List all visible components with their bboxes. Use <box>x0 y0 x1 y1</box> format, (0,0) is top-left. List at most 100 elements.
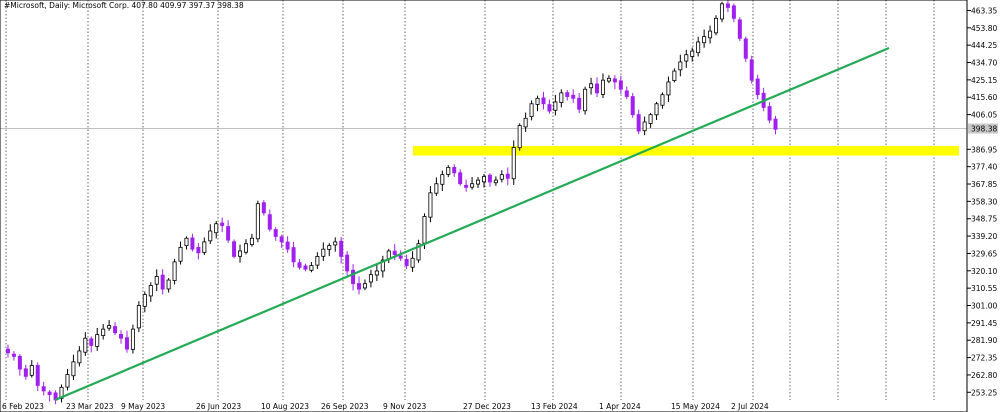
candle-body <box>392 250 397 256</box>
candle-body <box>672 70 677 82</box>
candle-body <box>398 255 403 259</box>
candle-body <box>505 173 510 179</box>
candle-body <box>458 172 463 185</box>
candle-body <box>737 19 742 39</box>
candle-body <box>238 250 243 257</box>
candle-body <box>142 294 147 307</box>
current-price-label: 398.38 <box>971 125 997 134</box>
candle-body <box>589 83 594 89</box>
candle <box>130 324 135 354</box>
chart-background <box>0 0 1000 412</box>
y-tick-label: 415.60 <box>971 93 997 102</box>
candle-body <box>541 97 546 105</box>
candle <box>749 55 754 84</box>
x-tick-label: 26 Sep 2023 <box>321 402 369 411</box>
candle-body <box>719 3 724 20</box>
candle-body <box>452 167 457 174</box>
candle-body <box>83 337 88 353</box>
candle-body <box>184 237 189 247</box>
candle <box>255 200 260 243</box>
y-tick-label: 453.80 <box>971 24 997 33</box>
y-tick-label: 434.70 <box>971 59 997 68</box>
candle-body <box>714 17 719 34</box>
candle-body <box>41 386 46 392</box>
candle-body <box>113 326 118 334</box>
candle-body <box>434 183 439 194</box>
candle-body <box>559 92 564 103</box>
candle-body <box>749 59 754 81</box>
candle-body <box>47 391 52 395</box>
y-tick-label: 377.40 <box>971 163 997 172</box>
x-tick-label: 27 Dec 2023 <box>463 402 511 411</box>
candle-body <box>731 5 736 19</box>
candle <box>743 36 748 62</box>
candle-body <box>124 337 129 350</box>
candle-body <box>660 94 665 106</box>
y-tick-label: 339.20 <box>971 232 997 241</box>
candle-body <box>606 77 611 82</box>
y-tick-label: 320.10 <box>971 267 997 276</box>
candle-body <box>511 146 516 180</box>
y-tick-label: 281.90 <box>971 336 997 345</box>
candle <box>232 239 237 259</box>
candle-body <box>190 237 195 250</box>
candle-body <box>107 325 112 329</box>
candle-body <box>249 237 254 245</box>
x-tick-label: 26 Jun 2023 <box>196 402 241 411</box>
candle-body <box>600 79 605 95</box>
candle-body <box>368 274 373 283</box>
candle-body <box>481 176 486 183</box>
candle <box>172 258 177 285</box>
x-tick-label: 10 Aug 2023 <box>261 402 309 411</box>
y-tick-label: 367.85 <box>971 180 997 189</box>
candle-body <box>755 78 760 96</box>
candle-body <box>321 248 326 257</box>
candle-body <box>743 38 748 59</box>
y-tick-label: 310.55 <box>971 284 997 293</box>
candle-body <box>160 274 165 290</box>
x-tick-label: 15 May 2024 <box>671 402 720 411</box>
candle-body <box>487 174 492 183</box>
candle-body <box>624 90 629 97</box>
candle-body <box>267 214 272 230</box>
candle-body <box>583 88 588 112</box>
candle-body <box>535 97 540 105</box>
candle-body <box>654 103 659 116</box>
x-tick-label: 1 Apr 2024 <box>599 402 641 411</box>
price-axis: 463.35 453.80 444.25 434.70 425.15 415.60 406.… <box>967 6 997 397</box>
candle-body <box>618 80 623 90</box>
y-tick-label: 272.35 <box>971 354 997 363</box>
candle-body <box>166 279 171 290</box>
y-tick-label: 406.05 <box>971 111 997 120</box>
candle-body <box>29 365 34 376</box>
x-tick-label: 23 Mar 2023 <box>66 402 114 411</box>
y-tick-label: 358.30 <box>971 197 997 206</box>
candle-body <box>362 283 367 289</box>
candle-body <box>529 103 534 118</box>
candle-body <box>11 353 16 357</box>
candle-body <box>446 166 451 175</box>
x-tick-label: 9 Nov 2023 <box>383 402 426 411</box>
candle-body <box>101 328 106 336</box>
x-tick-label: 6 Feb 2023 <box>2 402 44 411</box>
candle-body <box>333 241 338 246</box>
candle-body <box>17 355 22 370</box>
candle-body <box>428 192 433 218</box>
candle-body <box>279 236 284 243</box>
candle-body <box>595 83 600 94</box>
candle-body <box>261 202 266 214</box>
candle-body <box>303 265 308 270</box>
y-tick-label: 262.80 <box>971 371 997 380</box>
chart-canvas: 463.35 453.80 444.25 434.70 425.15 415.60 406.… <box>0 0 1000 412</box>
candle-body <box>309 265 314 271</box>
candle <box>737 17 742 41</box>
candle-body <box>243 243 248 253</box>
candle-body <box>523 117 528 128</box>
candle <box>136 301 141 333</box>
candle-body <box>374 270 379 276</box>
candle-body <box>65 374 70 388</box>
candle-body <box>327 245 332 250</box>
candle-body <box>214 223 219 234</box>
candle-body <box>678 61 683 71</box>
y-tick-label: 253.25 <box>971 388 997 397</box>
